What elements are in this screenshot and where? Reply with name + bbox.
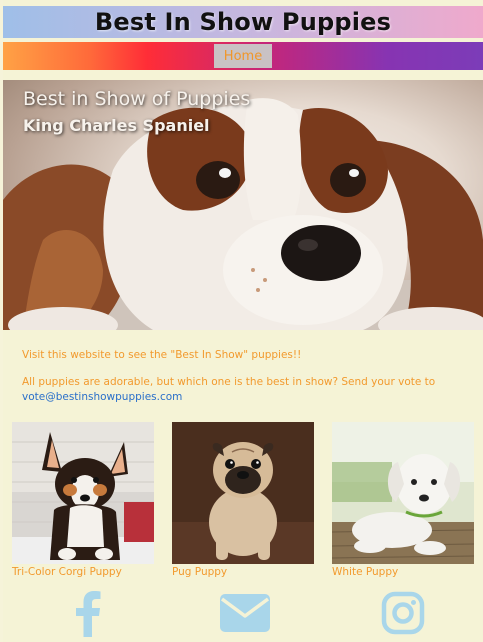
gallery-card-corgi: Tri-Color Corgi Puppy [12,422,154,578]
intro-line-2: All puppies are adorable, but which one … [22,375,462,405]
nav-home-link[interactable]: Home [214,44,272,68]
intro-line-1: Visit this website to see the "Best In S… [22,349,302,361]
site-title: Best In Show Puppies [94,8,392,36]
facebook-icon [76,591,101,637]
instagram-icon [381,591,425,635]
hero-subtitle: King Charles Spaniel [23,116,210,135]
email-link[interactable] [215,588,275,638]
hero-title: Best in Show of Puppies [23,88,251,110]
nav-bar: Home [3,42,483,70]
intro-text: Visit this website to see the "Best In S… [22,348,462,417]
hero-banner: Best in Show of Puppies King Charles Spa… [3,80,483,330]
page: Best In Show Puppies Home Best in Show o… [3,0,483,642]
vote-email-link[interactable]: vote@bestinshowpuppies.com [22,391,182,403]
white-puppy-caption: White Puppy [332,566,399,578]
corgi-caption: Tri-Color Corgi Puppy [12,566,122,578]
facebook-link[interactable] [58,588,118,638]
instagram-link[interactable] [373,588,433,638]
pug-photo[interactable] [172,422,314,564]
pug-caption: Pug Puppy [172,566,228,578]
gallery-card-white-puppy: White Puppy [332,422,474,578]
envelope-icon [220,594,270,632]
gallery-card-pug: Pug Puppy [172,422,314,578]
site-header: Best In Show Puppies [3,6,483,38]
white-puppy-photo[interactable] [332,422,474,564]
corgi-photo[interactable] [12,422,154,564]
intro-vote-text: All puppies are adorable, but which one … [22,376,436,388]
